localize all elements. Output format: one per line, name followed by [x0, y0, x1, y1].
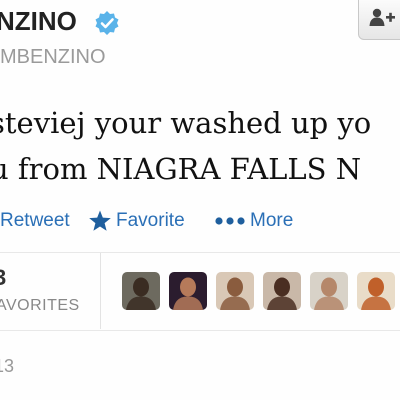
tweet-header: NZINO MBENZINO [0, 0, 400, 80]
avatar-2[interactable] [169, 272, 207, 310]
tweet-text-line-1: steviej your washed up yo [0, 106, 372, 140]
tweet-text: steviej your washed up yo u from NIAGRA … [0, 100, 371, 192]
favorite-label: Favorite [116, 210, 185, 232]
avatar-4[interactable] [263, 272, 301, 310]
verified-badge-icon [95, 11, 119, 35]
tweet-stats: 3 AVORITES [0, 253, 400, 329]
avatar-6[interactable] [357, 272, 395, 310]
avatar-3[interactable] [216, 272, 254, 310]
favorites-count[interactable]: 3 [0, 265, 6, 291]
retweet-label: Retweet [0, 210, 70, 231]
more-label: More [250, 210, 294, 231]
tweet-timestamp[interactable]: 13 [0, 356, 14, 377]
more-dots-icon [215, 217, 245, 225]
more-button[interactable]: More [214, 210, 293, 232]
retweet-button[interactable]: Retweet [0, 210, 70, 232]
favorites-label[interactable]: AVORITES [0, 297, 80, 315]
stats-divider [100, 253, 101, 329]
avatar-5[interactable] [310, 272, 348, 310]
tweet-actions: Retweet Favorite More [0, 200, 400, 240]
user-handle[interactable]: MBENZINO [0, 46, 106, 69]
favorite-button[interactable]: Favorite [88, 210, 185, 232]
tweet-text-line-2: u from NIAGRA FALLS N [0, 152, 362, 186]
display-name[interactable]: NZINO [0, 6, 77, 37]
divider-bottom [0, 330, 400, 331]
star-icon [89, 210, 111, 231]
follow-button[interactable] [358, 0, 400, 40]
follow-user-icon [369, 8, 395, 26]
avatar-1[interactable] [122, 272, 160, 310]
favoriter-avatars [122, 272, 400, 312]
